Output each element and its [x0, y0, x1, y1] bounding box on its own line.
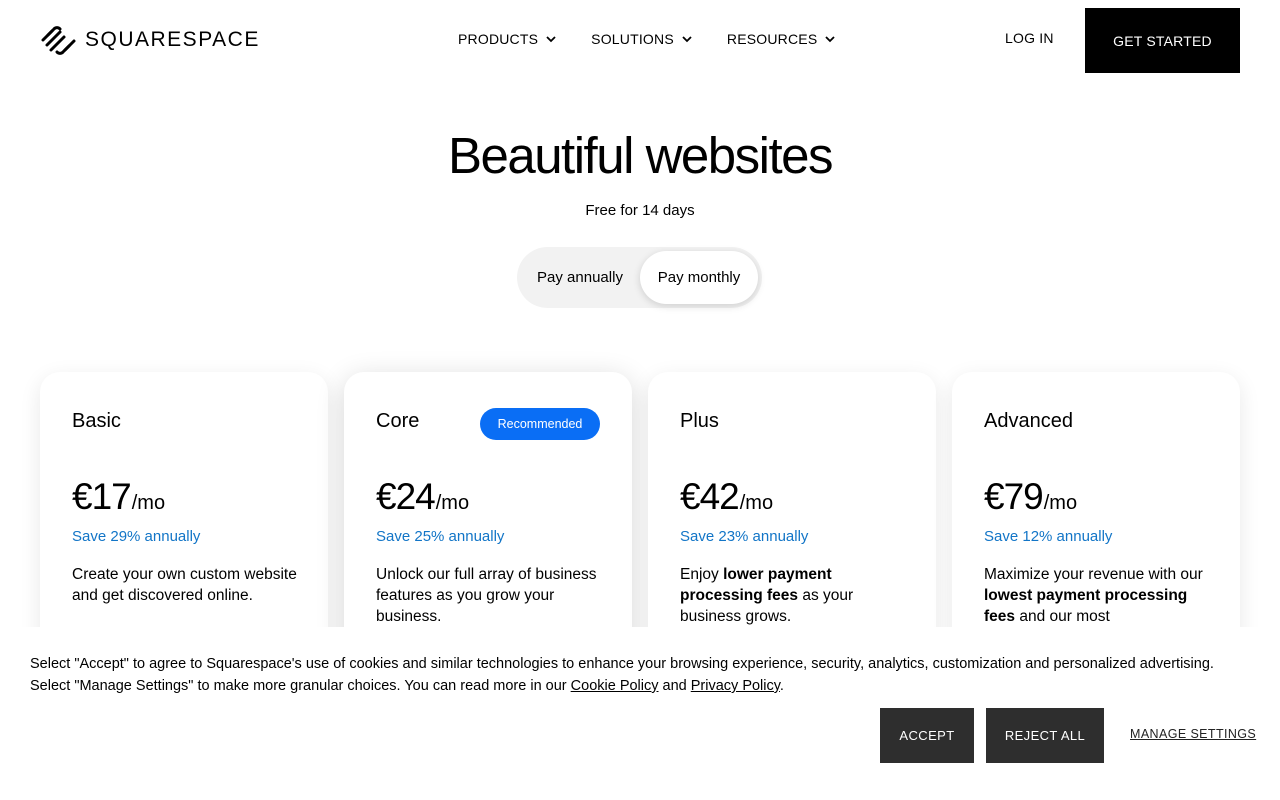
pay-monthly-option[interactable]: Pay monthly [640, 251, 758, 304]
plan-price: €17 /mo [72, 476, 165, 518]
chevron-down-icon [681, 33, 693, 45]
price-period: /mo [435, 492, 470, 514]
nav-products-label: PRODUCTS [458, 31, 539, 47]
price-period: /mo [739, 492, 774, 514]
reject-all-cookies-button[interactable]: REJECT ALL [986, 708, 1104, 763]
plan-description: Enjoy lower payment processing fees as y… [680, 564, 908, 627]
recommended-badge: Recommended [480, 408, 600, 440]
annual-savings: Save 25% annually [376, 528, 505, 545]
squarespace-logo-icon [41, 25, 76, 55]
nav-resources-label: RESOURCES [726, 31, 818, 47]
get-started-button[interactable]: GET STARTED [1085, 8, 1240, 73]
plan-description: Maximize your revenue with our lowest pa… [984, 564, 1212, 627]
plan-price: €42 /mo [680, 476, 773, 518]
description-text: Maximize your revenue with our [984, 566, 1203, 583]
cookie-and-text: and [658, 678, 691, 694]
plan-name: Advanced [984, 410, 1073, 432]
main-nav: PRODUCTS SOLUTIONS RESOURCES [458, 30, 836, 48]
price-amount: €42 [680, 476, 740, 517]
plan-description: Unlock our full array of business featur… [376, 564, 604, 627]
chevron-down-icon [824, 33, 836, 45]
description-text: Unlock our full array of business featur… [376, 566, 597, 625]
privacy-policy-link[interactable]: Privacy Policy [691, 678, 780, 694]
plan-price: €24 /mo [376, 476, 469, 518]
page-subtitle: Free for 14 days [585, 202, 695, 219]
description-text: Enjoy [680, 566, 724, 583]
plan-name: Core [376, 410, 420, 432]
plan-price: €79 /mo [984, 476, 1077, 518]
plan-name: Plus [680, 410, 719, 432]
manage-settings-link[interactable]: MANAGE SETTINGS [1130, 727, 1256, 741]
price-period: /mo [131, 492, 166, 514]
site-header: SQUARESPACE PRODUCTS SOLUTIONS RESOURCES… [0, 0, 1280, 80]
pay-annually-option[interactable]: Pay annually [521, 251, 639, 304]
nav-solutions[interactable]: SOLUTIONS [591, 30, 693, 48]
squarespace-logo[interactable]: SQUARESPACE [40, 24, 260, 56]
nav-resources[interactable]: RESOURCES [727, 30, 836, 48]
price-period: /mo [1043, 492, 1078, 514]
brand-name: SQUARESPACE [85, 28, 260, 51]
price-amount: €17 [72, 476, 132, 517]
description-text: Create your own custom website and get d… [72, 566, 297, 604]
nav-products[interactable]: PRODUCTS [458, 30, 557, 48]
nav-solutions-label: SOLUTIONS [591, 31, 674, 47]
accept-cookies-button[interactable]: ACCEPT [880, 708, 974, 763]
annual-savings: Save 12% annually [984, 528, 1113, 545]
plan-description: Create your own custom website and get d… [72, 564, 300, 606]
chevron-down-icon [545, 33, 557, 45]
page-title: Beautiful websites [447, 127, 834, 184]
annual-savings: Save 23% annually [680, 528, 809, 545]
price-amount: €79 [984, 476, 1044, 517]
description-text: and our most [1015, 608, 1110, 625]
price-amount: €24 [376, 476, 436, 517]
cookie-banner: Select "Accept" to agree to Squarespace'… [0, 627, 1280, 800]
cookie-policy-link[interactable]: Cookie Policy [571, 678, 659, 694]
cookie-end-text: . [779, 678, 784, 694]
plan-name: Basic [72, 410, 121, 432]
billing-toggle: Pay annually Pay monthly [517, 247, 762, 308]
cookie-message: Select "Accept" to agree to Squarespace'… [30, 653, 1255, 697]
annual-savings: Save 29% annually [72, 528, 201, 545]
login-link[interactable]: LOG IN [1005, 30, 1054, 46]
